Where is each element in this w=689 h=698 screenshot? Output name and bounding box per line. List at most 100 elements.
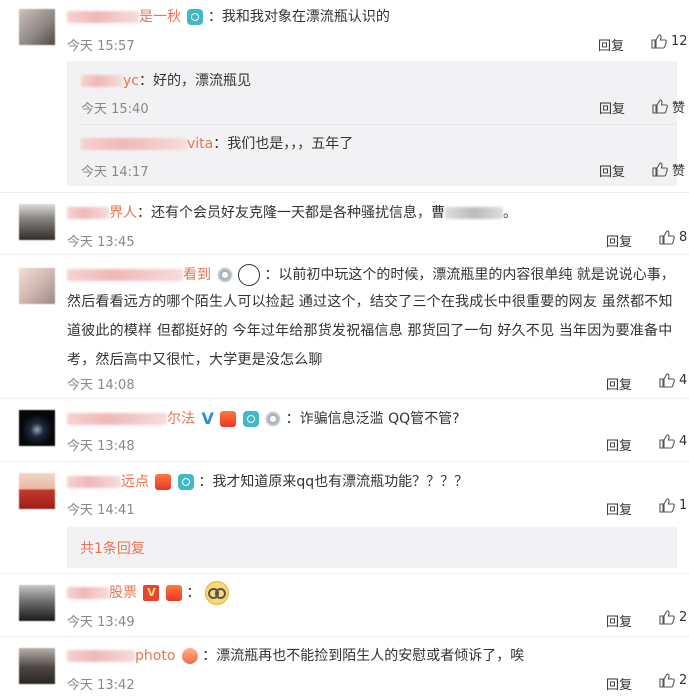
like-button[interactable]: 4 — [659, 373, 687, 388]
reply-button[interactable]: 回复 — [599, 98, 625, 117]
medal-badge-icon — [265, 411, 282, 427]
reply-button[interactable]: 回复 — [606, 435, 632, 454]
more-replies-box: 共1条回复 — [67, 527, 677, 568]
username[interactable]: 股票 — [109, 585, 137, 601]
username-blurred[interactable] — [67, 650, 135, 662]
thumbs-up-icon — [659, 673, 675, 688]
like-button[interactable]: 12 — [651, 34, 688, 49]
username-blurred[interactable] — [67, 413, 167, 425]
username[interactable]: 界人 — [109, 205, 137, 221]
comment-time: 今天 14:41 — [67, 503, 135, 518]
fire-badge-icon — [165, 585, 182, 601]
comment-text: ：还有个会员好友克隆一天都是各种骚扰信息，曹 — [137, 205, 445, 221]
comment-item: 股票 V ： 今天 13:49 回复 2 — [0, 574, 689, 632]
comment-text-line: 道彼此的模样 但都挺好的 今年过年给那货发祝福信息 那货回了一句 好久不见 当年… — [67, 323, 673, 339]
blurred-text — [445, 207, 503, 219]
sub-time: 今天 15:40 — [81, 102, 149, 117]
username[interactable]: 远点 — [121, 474, 149, 490]
sub-username[interactable]: yc — [123, 73, 139, 89]
like-button[interactable]: 2 — [659, 673, 687, 688]
comment-text-line: 然后看看远方的哪个陌生人可以捡起 通过这个，结交了三个在我成长中很重要的网友 虽… — [67, 294, 673, 310]
like-count: 1 — [679, 498, 688, 513]
username[interactable]: 尔法 — [167, 411, 195, 427]
comment-time: 今天 13:48 — [67, 439, 135, 454]
avatar[interactable] — [19, 410, 55, 446]
like-button[interactable]: 2 — [659, 610, 687, 625]
glasses-emoji-icon — [204, 581, 229, 605]
like-button[interactable]: 1 — [659, 498, 687, 513]
comment-time: 今天 13:45 — [67, 235, 135, 250]
panda-icon — [237, 264, 260, 286]
sub-time: 今天 14:17 — [81, 165, 149, 180]
comment-text-tail: 。 — [503, 205, 517, 221]
username-blurred[interactable] — [67, 269, 183, 281]
comment-item: 界人：还有个会员好友克隆一天都是各种骚扰信息，曹 。 今天 13:45 回复 8 — [0, 193, 689, 251]
thumbs-up-icon — [659, 373, 675, 388]
comment-item: 远点 ：我才知道原来qq也有漂流瓶功能？？？？ 今天 14:41 回复 1 共1… — [0, 462, 689, 570]
camera-badge-icon — [242, 411, 259, 427]
avatar[interactable] — [19, 9, 55, 45]
like-count: 4 — [679, 434, 688, 449]
like-count: 2 — [679, 610, 688, 625]
sub-reply: vita：我们也是，，，五年了 今天 14:17 回复 赞 — [81, 125, 685, 186]
username[interactable]: 看到 — [183, 267, 211, 283]
fire-badge-icon — [155, 474, 172, 490]
comment-time: 今天 13:42 — [67, 678, 135, 693]
reply-button[interactable]: 回复 — [606, 374, 632, 393]
fire-badge-icon — [220, 411, 237, 427]
comment-text: ：诈骗信息泛滥 QQ管不管? — [285, 411, 460, 427]
thumbs-up-icon — [659, 610, 675, 625]
fire-badge-icon — [181, 648, 198, 664]
avatar[interactable] — [19, 473, 55, 509]
reply-button[interactable]: 回复 — [606, 674, 632, 693]
camera-badge-icon — [187, 9, 204, 25]
like-button[interactable]: 4 — [659, 434, 687, 449]
like-count: 8 — [679, 230, 688, 245]
camera-badge-icon — [177, 474, 194, 490]
username[interactable]: photo — [135, 648, 175, 664]
username-blurred[interactable] — [67, 11, 139, 23]
more-replies-link[interactable]: 共1条回复 — [80, 538, 145, 558]
comment-time: 今天 14:08 — [67, 378, 135, 393]
sub-reply: yc：好的，漂流瓶见 今天 15:40 回复 赞 — [81, 61, 685, 123]
reply-button[interactable]: 回复 — [606, 499, 632, 518]
avatar[interactable] — [19, 585, 55, 621]
username[interactable]: 是一秋 — [139, 9, 181, 25]
comment-item: photo ：漂流瓶再也不能捡到陌生人的安慰或者倾诉了，唉 今天 13:42 回… — [0, 637, 689, 698]
avatar[interactable] — [19, 268, 55, 304]
like-button[interactable]: 赞 — [652, 97, 685, 116]
like-label: 赞 — [672, 164, 686, 179]
avatar[interactable] — [19, 648, 55, 684]
username-blurred[interactable] — [67, 476, 121, 488]
like-button[interactable]: 8 — [659, 230, 687, 245]
comment-item: 是一秋 ：我和我对象在漂流瓶认识的 今天 15:57 回复 12 yc：好的，漂… — [0, 0, 689, 195]
reply-button[interactable]: 回复 — [598, 35, 624, 54]
comment-text: ：我才知道原来qq也有漂流瓶功能？？？？ — [198, 474, 469, 490]
like-count: 12 — [671, 34, 688, 49]
reply-button[interactable]: 回复 — [606, 611, 632, 630]
comment-text: ：漂流瓶再也不能捡到陌生人的安慰或者倾诉了，唉 — [202, 648, 525, 664]
username-blurred[interactable] — [81, 75, 123, 87]
username-blurred[interactable] — [67, 207, 109, 219]
reply-button[interactable]: 回复 — [606, 231, 632, 250]
username-blurred[interactable] — [67, 587, 109, 599]
username-blurred[interactable] — [81, 138, 187, 150]
comment-item: 尔法 V ：诈骗信息泛滥 QQ管不管? 今天 13:48 回复 4 — [0, 399, 689, 457]
verified-v-icon: V — [201, 409, 214, 428]
comment-text: ：我和我对象在漂流瓶认识的 — [207, 9, 390, 25]
like-count: 2 — [679, 673, 688, 688]
comment-time: 今天 15:57 — [67, 39, 135, 54]
sub-username[interactable]: vita — [187, 136, 213, 152]
thumbs-up-icon — [652, 162, 668, 177]
reply-button[interactable]: 回复 — [599, 161, 625, 180]
comment-item: 看到 ：以前初中玩这个的时候，漂流瓶里的内容很单纯 就是说说心事， 然后看看远方… — [0, 255, 689, 397]
reply-box: yc：好的，漂流瓶见 今天 15:40 回复 赞 vita：我们也是，，，五年了… — [67, 61, 685, 186]
vip-badge-icon: V — [143, 585, 160, 601]
comment-text: ： — [186, 585, 201, 601]
avatar[interactable] — [19, 204, 55, 240]
thumbs-up-icon — [651, 34, 667, 49]
thumbs-up-icon — [652, 99, 668, 114]
like-button[interactable]: 赞 — [652, 160, 685, 179]
thumbs-up-icon — [659, 434, 675, 449]
like-label: 赞 — [672, 101, 686, 116]
